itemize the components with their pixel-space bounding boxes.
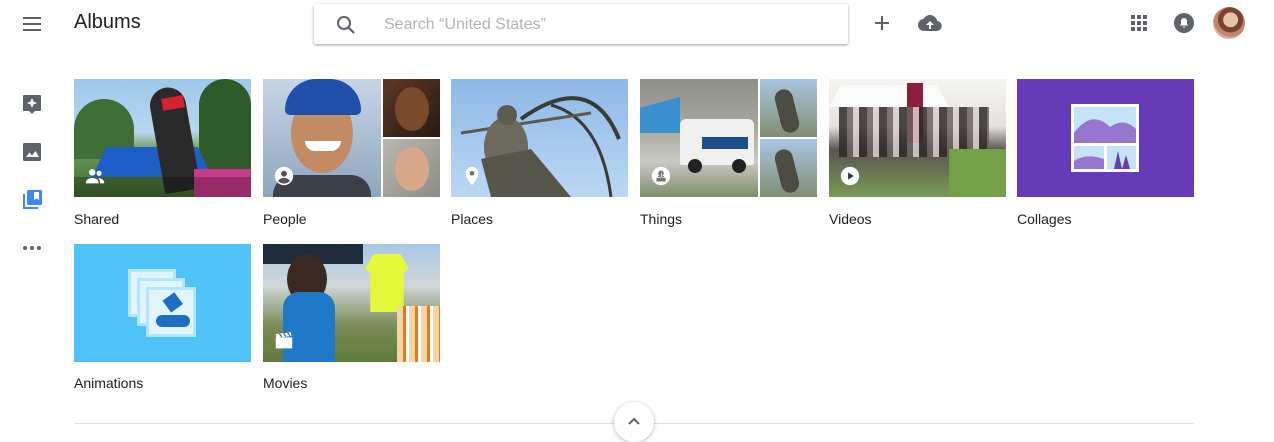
album-tile-animations[interactable] (74, 244, 251, 362)
photos-icon (23, 143, 41, 161)
search-bar[interactable] (314, 4, 848, 44)
upload-button[interactable] (918, 11, 942, 35)
album-label: Animations (74, 375, 144, 391)
menu-button[interactable] (20, 12, 44, 36)
movie-icon (275, 332, 293, 349)
albums-icon (23, 190, 42, 209)
place-icon (465, 166, 479, 186)
album-tile-collages[interactable] (1017, 79, 1194, 197)
sidebar-item-assistant[interactable] (20, 92, 44, 116)
search-icon (337, 16, 355, 34)
notifications-button[interactable] (1172, 11, 1196, 35)
album-label: Movies (263, 375, 308, 391)
album-label: Things (640, 211, 683, 227)
scroll-top-button[interactable] (614, 402, 654, 442)
things-icon (651, 166, 671, 186)
play-icon (840, 166, 860, 186)
album-tile-people[interactable] (263, 79, 440, 197)
upload-icon (918, 15, 942, 31)
album-label: Collages (1017, 211, 1072, 227)
collage-icon (1071, 104, 1139, 172)
add-icon (875, 16, 889, 30)
add-button[interactable] (870, 11, 894, 35)
chevron-up-icon (628, 417, 640, 425)
apps-button[interactable] (1127, 11, 1151, 35)
album-label: Shared (74, 211, 120, 227)
apps-icon (1131, 15, 1147, 31)
search-input[interactable] (382, 12, 826, 38)
album-label: People (263, 211, 307, 227)
sidebar-item-albums[interactable] (20, 188, 44, 212)
page-title: Albums (74, 11, 141, 33)
notifications-icon (1174, 13, 1194, 33)
assistant-icon (23, 95, 41, 114)
album-tile-things[interactable] (640, 79, 817, 197)
album-label: Places (451, 211, 494, 227)
menu-icon (23, 17, 41, 31)
person-icon (274, 166, 294, 186)
account-avatar[interactable] (1213, 7, 1245, 39)
album-tile-places[interactable] (451, 79, 628, 197)
sidebar-item-photos[interactable] (20, 140, 44, 164)
album-label: Videos (829, 211, 872, 227)
sidebar-item-more[interactable] (20, 236, 44, 260)
album-tile-shared[interactable] (74, 79, 251, 197)
album-tile-videos[interactable] (829, 79, 1006, 197)
animation-icon (128, 269, 196, 337)
more-icon (23, 246, 41, 250)
album-tile-movies[interactable] (263, 244, 440, 362)
people-icon (85, 169, 105, 184)
